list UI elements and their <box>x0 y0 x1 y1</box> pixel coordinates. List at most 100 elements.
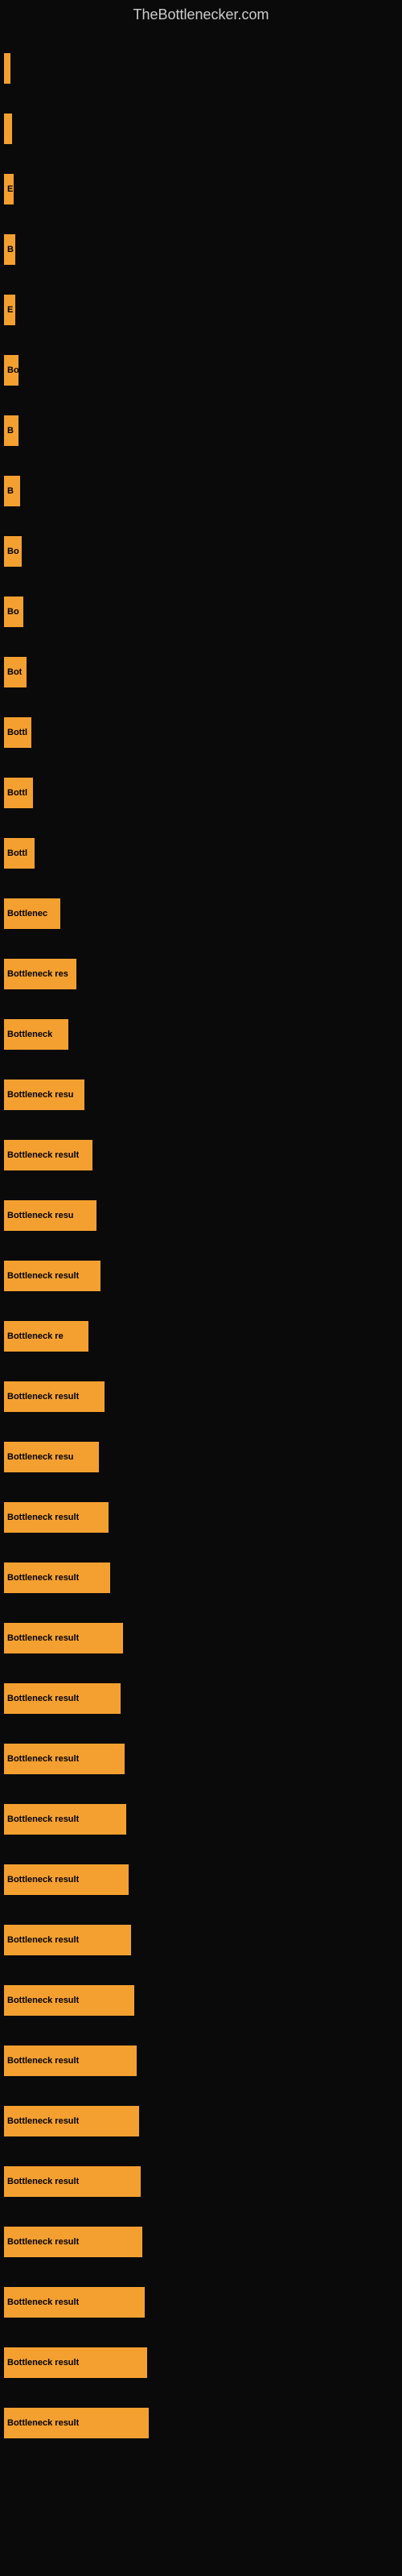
bar-row: Bottleneck re <box>4 1306 402 1366</box>
bar-row: E <box>4 159 402 219</box>
bottleneck-bar: E <box>4 174 14 204</box>
bar-row: Bottleneck result <box>4 1849 402 1909</box>
bar-label: Bottleneck result <box>7 1392 79 1402</box>
bar-row: Bottleneck result <box>4 1487 402 1547</box>
bottleneck-bar: Bottleneck result <box>4 1381 105 1412</box>
bottleneck-bar: Bottleneck re <box>4 1321 88 1352</box>
bar-label: Bottl <box>7 788 27 798</box>
bottleneck-bar: Bottl <box>4 838 35 869</box>
bar-row <box>4 38 402 98</box>
bar-row: Bottlenec <box>4 883 402 943</box>
bottleneck-bar: Bottleneck res <box>4 959 76 989</box>
bottleneck-bar: B <box>4 415 18 446</box>
bar-row: Bottleneck result <box>4 1909 402 1970</box>
bottleneck-bar: Bottleneck result <box>4 2227 142 2257</box>
bottleneck-bar: Bottleneck resu <box>4 1200 96 1231</box>
bar-label: Bottleneck result <box>7 2177 79 2186</box>
bottleneck-bar: Bottleneck result <box>4 1563 110 1593</box>
bar-label: Bottleneck result <box>7 2418 79 2428</box>
bar-label: Bottleneck result <box>7 1573 79 1583</box>
bar-row: Bottleneck result <box>4 1668 402 1728</box>
site-title-container: TheBottlenecker.com <box>0 0 402 30</box>
bar-row: Bo <box>4 521 402 581</box>
bar-label: B <box>7 426 14 436</box>
bar-label: Bot <box>7 667 22 677</box>
bar-label: Bottleneck resu <box>7 1090 74 1100</box>
bar-label: Bottleneck result <box>7 1633 79 1643</box>
bar-row: Bottleneck resu <box>4 1185 402 1245</box>
bar-label: Bottleneck result <box>7 1694 79 1703</box>
bar-row: Bottleneck result <box>4 2211 402 2272</box>
bar-label: Bo <box>7 607 19 617</box>
bottleneck-bar: Bo <box>4 536 22 567</box>
bar-row: Bottleneck result <box>4 1728 402 1789</box>
bar-label: Bottleneck result <box>7 1935 79 1945</box>
bar-row: Bottleneck result <box>4 2151 402 2211</box>
bar-row: Bottleneck resu <box>4 1426 402 1487</box>
bar-label: Bottleneck result <box>7 1513 79 1522</box>
bottleneck-bar: Bottleneck resu <box>4 1442 99 1472</box>
bar-label: Bottleneck result <box>7 1754 79 1764</box>
bar-label: Bottleneck result <box>7 1996 79 2005</box>
bar-label: Bottleneck result <box>7 2056 79 2066</box>
bar-label: Bottl <box>7 728 27 737</box>
bottleneck-bar: B <box>4 234 15 265</box>
bar-label: Bottleneck <box>7 1030 52 1039</box>
bar-row: Bottleneck result <box>4 1245 402 1306</box>
bar-label: B <box>7 245 14 254</box>
bar-label: Bo <box>7 365 18 375</box>
bar-row: Bottleneck result <box>4 2272 402 2332</box>
bottleneck-bar: Bottleneck result <box>4 2166 141 2197</box>
bar-row: Bottleneck res <box>4 943 402 1004</box>
bar-row: B <box>4 400 402 460</box>
bottleneck-bar: Bottleneck result <box>4 1864 129 1895</box>
bar-row: B <box>4 460 402 521</box>
bottleneck-bar: E <box>4 295 15 325</box>
bar-row: Bottleneck result <box>4 1970 402 2030</box>
bar-row: Bottleneck result <box>4 2030 402 2091</box>
bar-label: Bottleneck result <box>7 2297 79 2307</box>
bar-row: Bottleneck result <box>4 1547 402 1608</box>
bottleneck-bar: Bottleneck <box>4 1019 68 1050</box>
bar-label: E <box>7 184 13 194</box>
bar-row: Bottleneck result <box>4 2392 402 2453</box>
bar-row: Bottl <box>4 823 402 883</box>
bottleneck-bar: Bottleneck result <box>4 1261 100 1291</box>
bar-label: Bottlenec <box>7 909 47 919</box>
bottleneck-bar: Bottleneck result <box>4 1804 126 1835</box>
bars-container: E B E Bo B B Bo Bo Bot Bottl Bottl Bottl Bottlenec Bo… <box>0 30 402 2461</box>
bottleneck-bar: Bottleneck result <box>4 2408 149 2438</box>
bottleneck-bar: Bottleneck result <box>4 1985 134 2016</box>
bar-row: Bo <box>4 340 402 400</box>
bottleneck-bar: Bottleneck result <box>4 1623 123 1653</box>
bottleneck-bar: Bottl <box>4 717 31 748</box>
bar-label: Bottleneck result <box>7 2237 79 2247</box>
bottleneck-bar: B <box>4 476 20 506</box>
bottleneck-bar: Bottleneck result <box>4 1140 92 1170</box>
bottleneck-bar: Bottleneck result <box>4 2287 145 2318</box>
bar-label: Bo <box>7 547 19 556</box>
bar-label: Bottleneck result <box>7 1271 79 1281</box>
bar-label: Bottleneck res <box>7 969 68 979</box>
bar-row: Bottleneck <box>4 1004 402 1064</box>
bottleneck-bar: Bo <box>4 597 23 627</box>
bar-label: Bottleneck result <box>7 1150 79 1160</box>
bar-label: Bottleneck result <box>7 1875 79 1885</box>
bar-label: Bottl <box>7 848 27 858</box>
bar-label: Bottleneck resu <box>7 1211 74 1220</box>
bar-label: Bottleneck resu <box>7 1452 74 1462</box>
bar-label: Bottleneck result <box>7 2358 79 2368</box>
bar-label: Bottleneck result <box>7 1814 79 1824</box>
bar-row: Bottleneck result <box>4 1608 402 1668</box>
bottleneck-bar <box>4 53 10 84</box>
bottleneck-bar: Bottl <box>4 778 33 808</box>
bottleneck-bar: Bottlenec <box>4 898 60 929</box>
bar-row: Bottl <box>4 702 402 762</box>
site-title: TheBottlenecker.com <box>0 0 402 30</box>
bottleneck-bar: Bottleneck result <box>4 2046 137 2076</box>
bottleneck-bar: Bo <box>4 355 18 386</box>
bar-row: Bottleneck result <box>4 1366 402 1426</box>
bottleneck-bar: Bot <box>4 657 27 687</box>
bottleneck-bar: Bottleneck result <box>4 2106 139 2136</box>
bar-label: B <box>7 486 14 496</box>
